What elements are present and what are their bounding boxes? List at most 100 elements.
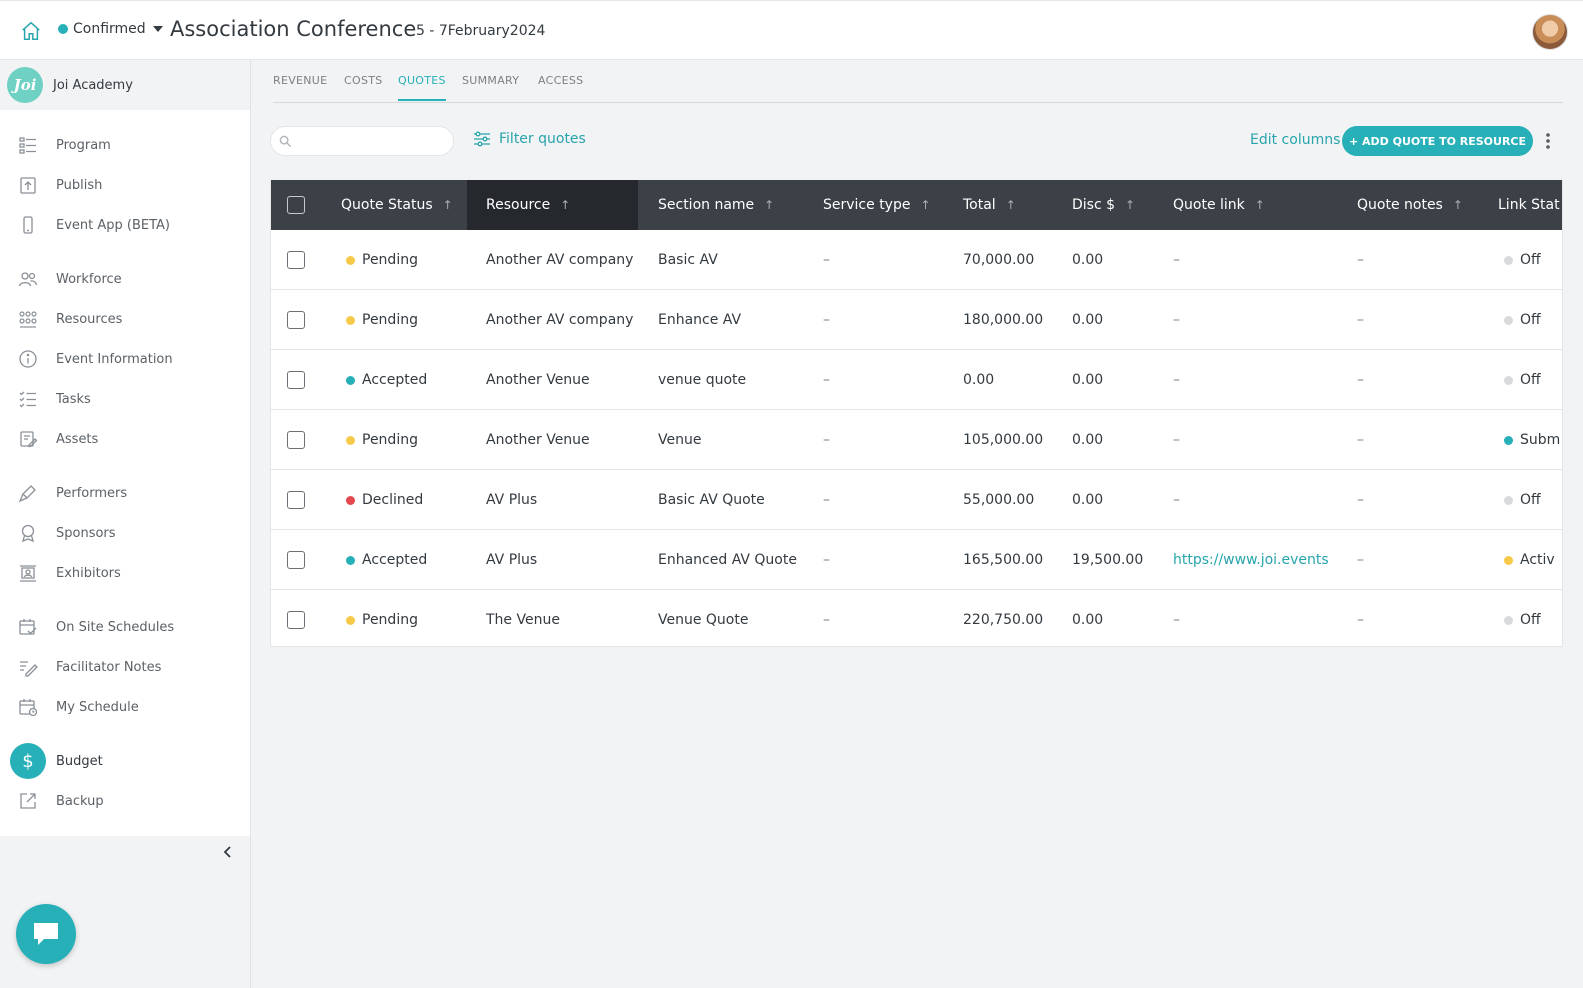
link-status-dot [1504, 555, 1513, 565]
sidebar-item-label: Resources [56, 311, 123, 327]
sidebar-item-facilitator-notes[interactable]: Facilitator Notes [0, 649, 250, 685]
row-select-cell [287, 350, 305, 410]
sidebar-item-exhibitors[interactable]: Exhibitors [0, 555, 250, 591]
column-header-quote-link[interactable]: Quote link ↑ [1173, 180, 1265, 230]
sidebar-item-event-information[interactable]: Event Information [0, 341, 250, 377]
table-row[interactable]: Pending Another Venue Venue – 105,000.00… [271, 410, 1562, 470]
row-checkbox[interactable] [287, 311, 305, 329]
select-all-checkbox[interactable] [287, 196, 305, 214]
column-header-resource[interactable]: Resource ↑ [467, 180, 638, 230]
quote-link[interactable]: https://www.joi.events [1173, 530, 1329, 590]
section-name-cell: Enhanced AV Quote [658, 552, 797, 568]
row-checkbox[interactable] [287, 371, 305, 389]
sidebar-item-my-schedule[interactable]: My Schedule [0, 689, 250, 725]
column-header-quote-status[interactable]: Quote Status ↑ [341, 180, 453, 230]
column-label: Quote link [1173, 197, 1245, 213]
table-row[interactable]: Pending Another AV company Basic AV – 70… [271, 230, 1562, 290]
user-avatar[interactable] [1532, 14, 1568, 50]
link-status-dot [1504, 495, 1513, 505]
link-status-dot [1504, 435, 1513, 445]
link-status-cell: Off [1504, 290, 1541, 350]
column-header-service-type[interactable]: Service type ↑ [823, 180, 931, 230]
table-row[interactable]: Accepted Another Venue venue quote – 0.0… [271, 350, 1562, 410]
sidebar-item-backup[interactable]: Backup [0, 783, 250, 819]
sidebar-item-on-site-schedules[interactable]: On Site Schedules [0, 609, 250, 645]
row-checkbox[interactable] [287, 251, 305, 269]
sidebar-item-program[interactable]: Program [0, 127, 250, 163]
tab-costs[interactable]: COSTS [344, 74, 383, 99]
sidebar-item-assets[interactable]: Assets [0, 421, 250, 457]
quote-status: Declined [362, 492, 424, 508]
collapse-sidebar-icon[interactable] [218, 842, 238, 862]
link-status-dot [1504, 615, 1513, 625]
add-quote-button[interactable]: + ADD QUOTE TO RESOURCE [1342, 126, 1533, 156]
sidebar-item-workforce[interactable]: Workforce [0, 261, 250, 297]
status-dot [346, 255, 355, 265]
quote-notes-cell: – [1357, 432, 1364, 448]
search-input[interactable] [299, 127, 439, 155]
home-icon[interactable] [20, 20, 42, 42]
quote-notes-cell: – [1357, 372, 1364, 388]
status-dot [346, 315, 355, 325]
quote-status: Accepted [362, 552, 428, 568]
resource-cell: Another AV company [486, 252, 634, 268]
tab-quotes[interactable]: QUOTES [398, 74, 446, 101]
section-name-cell: Venue [658, 432, 702, 448]
table-row[interactable]: Pending The Venue Venue Quote – 220,750.… [271, 590, 1562, 646]
resource-cell: Another Venue [486, 372, 590, 388]
quote-status: Accepted [362, 372, 428, 388]
resource-cell: AV Plus [486, 552, 538, 568]
status-dot [346, 375, 355, 385]
dollar-icon: $ [10, 743, 46, 779]
row-checkbox[interactable] [287, 551, 305, 569]
sidebar-item-budget[interactable]: $ Budget [0, 743, 250, 779]
resource-cell: AV Plus [486, 492, 538, 508]
org-switcher[interactable]: Joi Joi Academy [0, 60, 250, 110]
service-type-cell: – [823, 492, 830, 508]
row-select-cell [287, 530, 305, 590]
total-cell: 70,000.00 [963, 252, 1035, 268]
sidebar-item-publish[interactable]: Publish [0, 167, 250, 203]
sidebar-item-tasks[interactable]: Tasks [0, 381, 250, 417]
quote-status-cell: Pending [346, 290, 418, 350]
tab-access[interactable]: ACCESS [538, 74, 583, 99]
column-label: Quote Status [341, 197, 433, 213]
chat-support-button[interactable] [16, 904, 76, 964]
tasks-icon [19, 391, 36, 408]
sidebar-item-resources[interactable]: Resources [0, 301, 250, 337]
quote-notes-cell: – [1357, 492, 1364, 508]
sidebar-item-label: Workforce [56, 271, 122, 287]
quote-link-cell: – [1173, 312, 1180, 328]
page-title: Association Conference [170, 17, 417, 41]
notes-icon [20, 661, 38, 677]
column-header-section-name[interactable]: Section name ↑ [658, 180, 774, 230]
quote-link-cell: – [1173, 372, 1180, 388]
sidebar-item-performers[interactable]: Performers [0, 475, 250, 511]
row-checkbox[interactable] [287, 431, 305, 449]
quote-notes-cell: – [1357, 612, 1364, 628]
sort-arrow-icon: ↑ [764, 198, 775, 212]
sidebar-item-label: Assets [56, 431, 99, 447]
table-row[interactable]: Pending Another AV company Enhance AV – … [271, 290, 1562, 350]
table-row[interactable]: Declined AV Plus Basic AV Quote – 55,000… [271, 470, 1562, 530]
filter-sliders-icon [474, 131, 490, 147]
column-header-disc[interactable]: Disc $ ↑ [1072, 180, 1135, 230]
row-checkbox[interactable] [287, 611, 305, 629]
edit-columns-button[interactable]: Edit columns [1250, 132, 1340, 148]
disc-cell: 0.00 [1072, 252, 1104, 268]
tab-summary[interactable]: SUMMARY [462, 74, 519, 99]
column-header-total[interactable]: Total ↑ [963, 180, 1016, 230]
filter-quotes-button[interactable]: Filter quotes [473, 131, 586, 147]
row-checkbox[interactable] [287, 491, 305, 509]
row-select-cell [287, 410, 305, 470]
table-row[interactable]: Accepted AV Plus Enhanced AV Quote – 165… [271, 530, 1562, 590]
column-header-link-status[interactable]: Link Stat [1498, 180, 1560, 230]
tab-revenue[interactable]: REVENUE [273, 74, 327, 99]
sidebar-item-sponsors[interactable]: Sponsors [0, 515, 250, 551]
more-options-icon[interactable] [1543, 131, 1553, 151]
service-type-cell: – [823, 612, 830, 628]
event-status-dropdown[interactable]: Confirmed [58, 21, 163, 37]
disc-cell: 0.00 [1072, 612, 1104, 628]
sidebar-item-event-app[interactable]: Event App (BETA) [0, 207, 250, 243]
column-header-quote-notes[interactable]: Quote notes ↑ [1357, 180, 1463, 230]
